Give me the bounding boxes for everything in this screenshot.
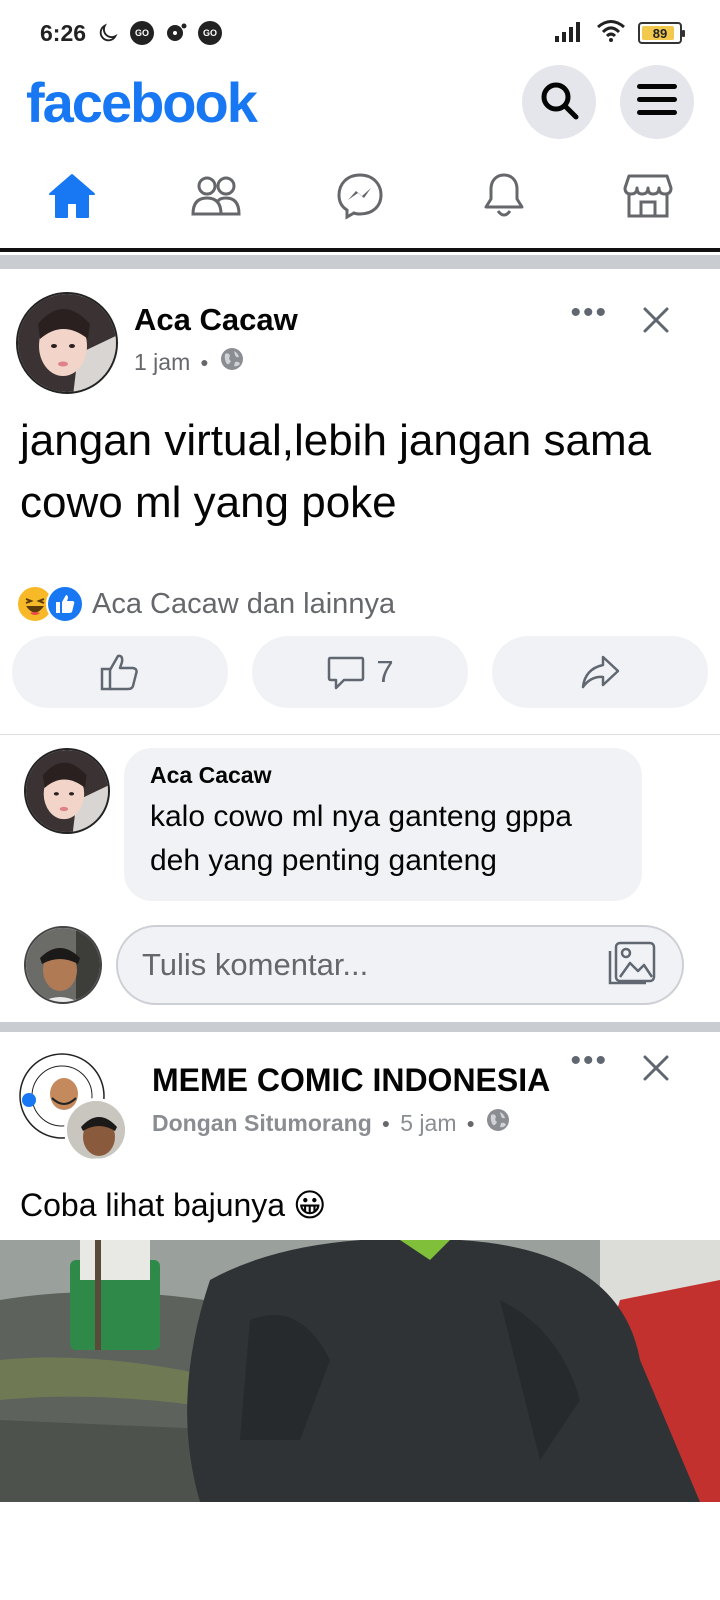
share-icon [581,655,620,689]
comment-count: 7 [376,654,394,689]
avatar[interactable] [16,292,118,394]
close-post-button[interactable] [642,306,670,339]
go-badge-icon: GO [198,21,223,45]
marketplace-icon [623,172,673,225]
poster-name[interactable]: Dongan Situmorang [152,1110,372,1137]
search-button[interactable] [522,65,596,139]
close-post-button[interactable] [642,1054,670,1087]
signal-icon [554,20,584,47]
search-icon [537,78,581,127]
post-header: Aca Cacaw 1 jam ● ••• [0,292,720,402]
facebook-logo[interactable]: facebook [26,70,258,135]
post-text: jangan virtual,lebih jangan sama cowo ml… [20,416,652,527]
post-time[interactable]: 5 jam [400,1110,456,1137]
tab-home[interactable] [0,152,144,244]
like-button[interactable] [12,636,228,708]
status-notification-icons: GO GO [96,21,223,45]
poster-avatar[interactable] [64,1098,128,1162]
bell-icon [482,171,526,226]
battery-percent: 89 [652,25,668,41]
current-user-avatar [24,926,102,1004]
globe-icon [485,1107,511,1139]
grinning-emoji: 😀 [293,1187,327,1223]
like-icon [46,585,84,623]
tab-marketplace[interactable] [576,152,720,244]
menu-button[interactable] [620,65,694,139]
nav-divider [0,248,720,252]
post-time[interactable]: 1 jam [134,349,190,376]
post-image[interactable] [0,1240,720,1502]
go-badge-icon: GO [130,21,155,45]
chat-notification-icon [164,21,188,45]
comment-placeholder: Tulis komentar... [142,947,369,982]
comment-text: kalo cowo ml nya ganteng gppa deh yang p… [150,800,572,877]
menu-icon [635,80,679,125]
post-author-info: Aca Cacaw 1 jam ● [134,302,298,402]
header-actions [522,65,694,139]
close-icon [643,1055,669,1081]
thumbs-up-icon [100,654,138,691]
post-header: MEME COMIC INDONESIA Dongan Situmorang ●… [0,1044,720,1164]
comment-item: Aca Cacaw kalo cowo ml nya ganteng gppa … [24,748,642,901]
wifi-icon [596,19,626,48]
reactions-summary[interactable]: Aca Cacaw dan lainnya [16,585,395,623]
feed-separator [0,255,720,269]
meta-separator: ● [200,354,209,370]
meta-separator: ● [381,1115,391,1131]
page-name[interactable]: MEME COMIC INDONESIA [152,1062,550,1099]
post-meta: Dongan Situmorang ● 5 jam ● [152,1107,550,1139]
close-icon [643,307,669,333]
comment-author[interactable]: Aca Cacaw [150,762,616,789]
page-avatar-group[interactable] [18,1052,130,1164]
comment-bubble[interactable]: Aca Cacaw kalo cowo ml nya ganteng gppa … [124,748,642,901]
comment-input[interactable]: Tulis komentar... [116,925,684,1005]
app-header: facebook [0,62,720,142]
meta-separator: ● [466,1115,475,1131]
comment-icon [328,656,365,690]
feed-separator [0,1022,720,1032]
home-icon [47,172,97,225]
reactions-text: Aca Cacaw dan lainnya [92,587,396,620]
more-options-button[interactable]: ••• [570,1044,608,1078]
status-bar: 6:26 GO GO 89 [0,0,720,66]
more-options-button[interactable]: ••• [570,296,608,330]
comments-divider [0,734,720,735]
comment-button[interactable]: 7 [252,636,468,708]
globe-icon [219,346,245,378]
write-comment-row: Tulis komentar... [24,925,684,1005]
messenger-icon [335,171,385,226]
photo-icon[interactable] [606,939,658,992]
comment-avatar[interactable] [24,748,110,834]
post-author-info: MEME COMIC INDONESIA Dongan Situmorang ●… [152,1062,550,1162]
share-button[interactable] [492,636,708,708]
status-system-icons: 89 [554,19,685,48]
tab-notifications[interactable] [432,152,576,244]
post-meta: 1 jam ● [134,346,298,378]
nav-tabs [0,152,720,244]
status-time: 6:26 [40,19,87,46]
battery-icon: 89 [638,22,685,44]
friends-icon [190,174,242,223]
post-author-name[interactable]: Aca Cacaw [134,302,298,338]
tab-friends[interactable] [144,152,288,244]
post-text: Coba lihat bajunya 😀 [20,1186,326,1224]
moon-icon [96,21,120,45]
tab-messenger[interactable] [288,152,432,244]
post-actions: 7 [12,636,708,708]
post-text-content: Coba lihat bajunya [20,1186,286,1223]
